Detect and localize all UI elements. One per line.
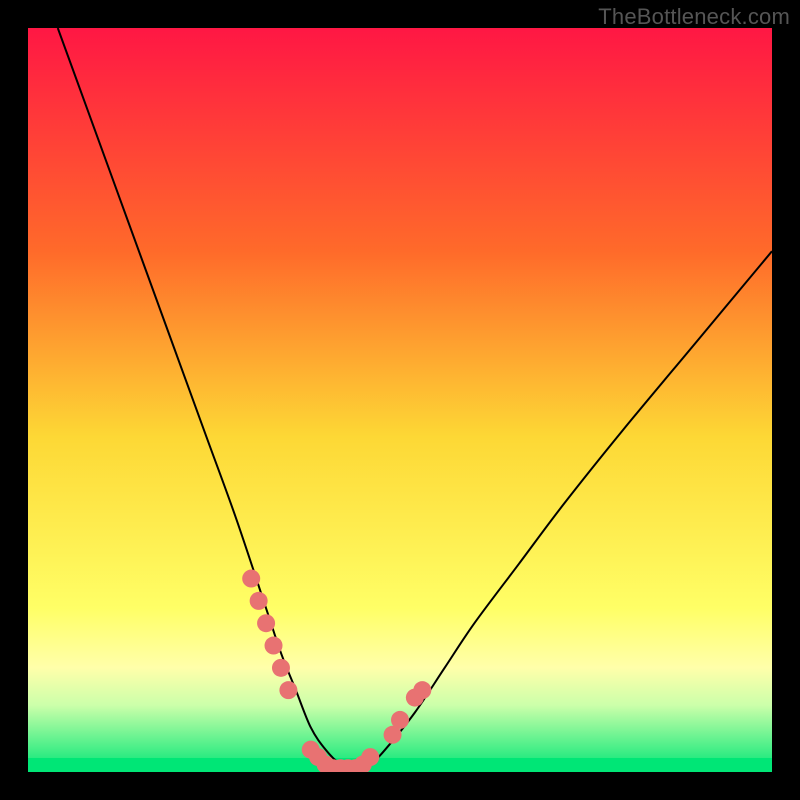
plot-area [28, 28, 772, 772]
marker-point [257, 614, 275, 632]
marker-point [265, 637, 283, 655]
marker-point [391, 711, 409, 729]
marker-point [242, 570, 260, 588]
marker-point [413, 681, 431, 699]
marker-point [250, 592, 268, 610]
gradient-background [28, 28, 772, 772]
marker-point [279, 681, 297, 699]
watermark-text: TheBottleneck.com [598, 4, 790, 30]
marker-point [272, 659, 290, 677]
chart-svg [28, 28, 772, 772]
chart-container: TheBottleneck.com [0, 0, 800, 800]
green-baseline-strip [28, 758, 772, 772]
marker-point [361, 748, 379, 766]
